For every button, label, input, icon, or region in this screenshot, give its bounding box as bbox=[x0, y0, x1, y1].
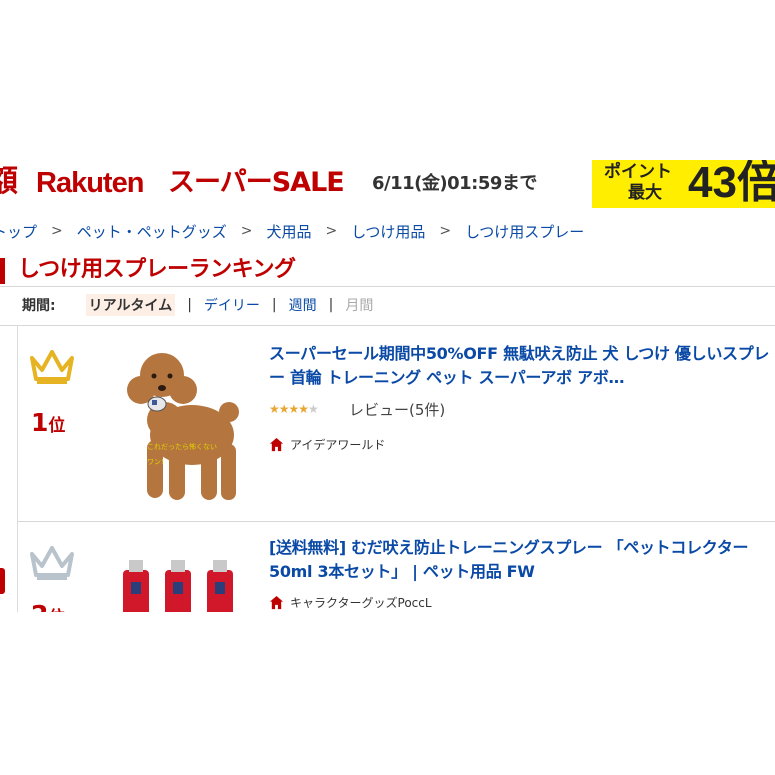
shop-name: キャラクターグッズPoccL bbox=[290, 596, 432, 610]
product-image[interactable] bbox=[117, 558, 247, 612]
tab-separator: | bbox=[328, 297, 334, 313]
page-title: しつけ用スプレーランキング bbox=[18, 257, 296, 282]
breadcrumb-separator: > bbox=[240, 223, 253, 239]
breadcrumb-separator: > bbox=[51, 223, 63, 239]
shop-link[interactable]: アイデアワールド bbox=[269, 436, 385, 453]
rating-stars: ★★★★★ bbox=[269, 402, 319, 416]
breadcrumb-separator: > bbox=[439, 223, 452, 239]
rank-suffix: 位 bbox=[48, 416, 66, 436]
rakuten-logo: Rakuten bbox=[36, 167, 144, 199]
screenshot-area: 額 Rakuten スーパーSALE 6/11(金)01:59まで ポイント 最… bbox=[0, 160, 775, 612]
product-image[interactable]: これだったら怖くない ワン! bbox=[117, 340, 247, 510]
breadcrumb-training-spray[interactable]: しつけ用スプレー bbox=[465, 221, 584, 242]
image-caption-line2: ワン! bbox=[147, 458, 164, 466]
image-caption-line1: これだったら怖くない bbox=[147, 442, 217, 451]
heading-accent-bar bbox=[0, 258, 5, 284]
item-left-border bbox=[17, 326, 18, 521]
shop-name: アイデアワールド bbox=[290, 438, 386, 452]
tab-weekly[interactable]: 週間 bbox=[289, 295, 317, 315]
breadcrumb-top[interactable]: トップ bbox=[0, 221, 37, 242]
point-max-label: 最大 bbox=[628, 183, 662, 203]
breadcrumb-dog-goods[interactable]: 犬用品 bbox=[267, 221, 312, 242]
tab-daily[interactable]: デイリー bbox=[204, 295, 260, 315]
sale-end-date: 6/11(金)01:59まで bbox=[372, 173, 537, 194]
period-tabs: 期間: リアルタイム | デイリー | 週間 | 月間 bbox=[22, 292, 373, 318]
product-title-link[interactable]: スーパーセール期間中50%OFF 無駄吠え防止 犬 しつけ 優しいスプレー 首輪… bbox=[269, 342, 775, 390]
rank-number: 1位 bbox=[31, 408, 65, 441]
breadcrumb: トップ > ペット・ペットグッズ > 犬用品 > しつけ用品 > しつけ用スプレ… bbox=[0, 219, 584, 243]
tab-realtime[interactable]: リアルタイム bbox=[85, 294, 176, 316]
review-link[interactable]: レビュー(5件) bbox=[349, 399, 445, 420]
divider bbox=[0, 286, 775, 287]
tab-separator: | bbox=[271, 297, 277, 313]
point-label: ポイント bbox=[604, 162, 672, 182]
sale-banner[interactable]: 額 Rakuten スーパーSALE 6/11(金)01:59まで ポイント 最… bbox=[0, 160, 775, 208]
tab-separator: | bbox=[187, 297, 192, 313]
star-icon: ★★★★ bbox=[269, 402, 309, 416]
sale-title: スーパーSALE bbox=[168, 167, 345, 198]
product-title-link[interactable]: [送料無料] むだ吠え防止トレーニングスプレー 「ペットコレクター 50ml 3… bbox=[269, 536, 775, 584]
breadcrumb-pet-goods[interactable]: ペット・ペットグッズ bbox=[77, 221, 227, 242]
gold-crown-icon bbox=[30, 350, 74, 384]
breadcrumb-separator: > bbox=[325, 223, 338, 239]
point-campaign-badge[interactable]: ポイント 最大 43倍 bbox=[592, 160, 775, 208]
rank-number: 2位 bbox=[31, 600, 65, 612]
rank-value: 1 bbox=[31, 408, 49, 437]
ranking-item[interactable]: 1位 これだったら怖くない ワン! スーパーセール期間中50%OFF 無駄吠え防… bbox=[17, 326, 775, 521]
ranking-item[interactable]: 2位 [送料無料] むだ吠え防止トレーニングスプレー 「ペットコレクター 50m… bbox=[17, 522, 775, 612]
breadcrumb-training-goods[interactable]: しつけ用品 bbox=[351, 221, 425, 242]
silver-crown-icon bbox=[30, 546, 74, 580]
side-accent bbox=[0, 568, 5, 594]
item-left-border bbox=[17, 522, 18, 612]
shop-home-icon bbox=[269, 437, 284, 452]
rank-suffix: 位 bbox=[48, 608, 65, 612]
rank-value: 2 bbox=[31, 600, 48, 612]
shop-link[interactable]: キャラクターグッズPoccL bbox=[269, 594, 432, 611]
period-label: 期間: bbox=[22, 298, 56, 314]
shop-home-icon bbox=[269, 595, 284, 610]
banner-edge-glyph: 額 bbox=[0, 164, 18, 199]
point-multiplier: 43倍 bbox=[688, 160, 775, 207]
star-empty-icon: ★ bbox=[308, 402, 319, 416]
tab-monthly: 月間 bbox=[345, 298, 374, 314]
